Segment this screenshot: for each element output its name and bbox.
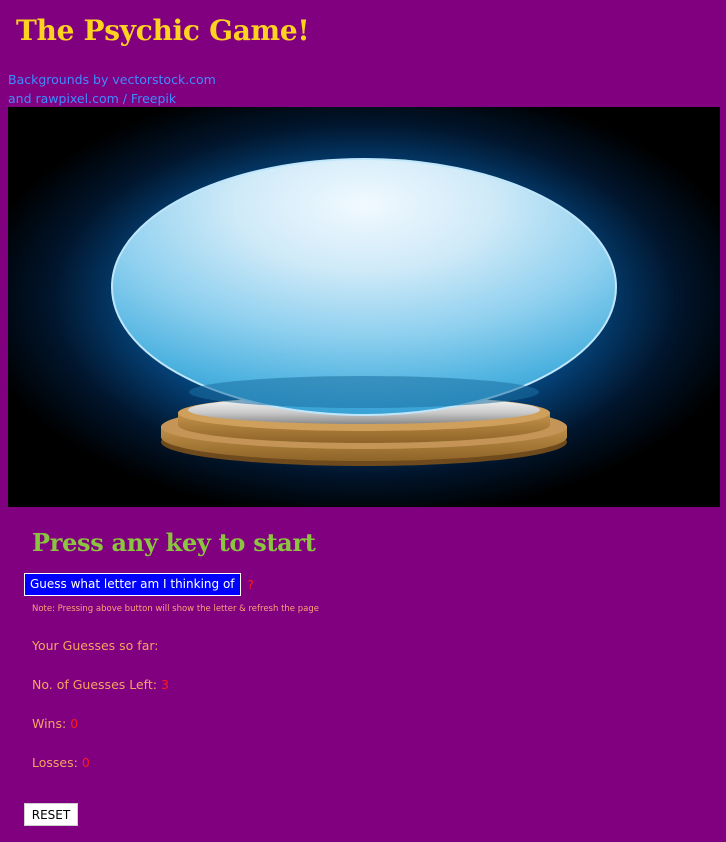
credit-link-rawpixel[interactable]: and rawpixel.com / Freepik xyxy=(8,89,216,108)
button-note: Note: Pressing above button will show th… xyxy=(32,604,319,614)
start-prompt: Press any key to start xyxy=(32,528,316,557)
crystal-ball-image xyxy=(8,107,720,507)
reset-button[interactable]: RESET xyxy=(24,803,78,826)
guesses-left: No. of Guesses Left: 3 xyxy=(32,677,169,692)
guesses-so-far-label: Your Guesses so far: xyxy=(32,638,159,653)
losses-label: Losses: xyxy=(32,755,78,770)
guesses-so-far: Your Guesses so far: xyxy=(32,638,158,653)
wins-value: 0 xyxy=(70,716,79,731)
answer-placeholder: ? xyxy=(247,577,254,592)
guess-row: Guess what letter am I thinking of ? xyxy=(24,573,254,596)
crystal-ball-illustration xyxy=(8,107,720,507)
guesses-left-label: No. of Guesses Left: xyxy=(32,677,157,692)
wins-label: Wins: xyxy=(32,716,67,731)
wins: Wins: 0 xyxy=(32,716,78,731)
page-title: The Psychic Game! xyxy=(16,14,310,47)
credits: Backgrounds by vectorstock.com and rawpi… xyxy=(8,70,216,108)
guess-letter-button[interactable]: Guess what letter am I thinking of xyxy=(24,573,241,596)
losses: Losses: 0 xyxy=(32,755,90,770)
credit-link-vectorstock[interactable]: Backgrounds by vectorstock.com xyxy=(8,70,216,89)
losses-value: 0 xyxy=(81,755,90,770)
guesses-left-value: 3 xyxy=(160,677,169,692)
